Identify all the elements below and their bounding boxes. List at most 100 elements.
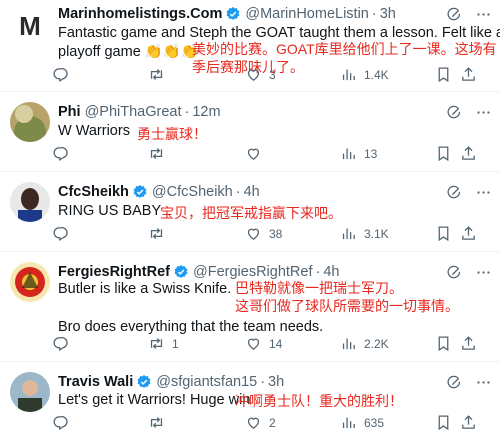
author-handle[interactable]: @sfgiantsfan15 [156,374,257,390]
views-button[interactable]: 1.4K [340,66,389,83]
grok-icon[interactable] [446,374,463,391]
tweet[interactable]: Travis Wali @sfgiantsfan15 · 3h Let's ge… [0,362,500,440]
timestamp[interactable]: 3h [268,374,284,390]
share-button[interactable] [460,414,477,431]
action-bar: 3 1.4K [50,66,470,86]
avatar-image [10,102,50,142]
heart-icon [245,225,262,242]
views-button[interactable]: 3.1K [340,225,389,242]
views-button[interactable]: 635 [340,414,384,431]
author-name[interactable]: Phi [58,104,81,120]
translation-line: 巴特勒就像一把瑞士军刀。 [235,280,403,296]
more-icon[interactable] [475,184,492,201]
avatar[interactable] [10,182,50,222]
tweet-text: RING US BABY [58,202,161,221]
verified-badge-icon [136,374,152,390]
like-button[interactable]: 2 [245,414,276,431]
retweet-button[interactable] [148,145,172,162]
author-name[interactable]: FergiesRightRef [58,264,170,280]
views-button[interactable]: 2.2K [340,335,389,352]
views-icon [340,225,357,242]
action-bar: 13 [50,145,470,165]
more-icon[interactable] [475,374,492,391]
avatar[interactable] [10,372,50,412]
author-handle[interactable]: @FergiesRightRef [193,264,312,280]
avatar[interactable] [10,102,50,142]
tweet[interactable]: CfcSheikh @CfcSheikh · 4h RING US BABY 宝… [0,172,500,252]
action-bar: 2 635 [50,414,470,434]
avatar-image [10,372,50,412]
timestamp[interactable]: 12m [192,104,220,120]
retweet-button[interactable] [148,66,172,83]
view-count: 3.1K [364,226,389,241]
share-icon [460,414,477,431]
verified-badge-icon [132,184,148,200]
author-name[interactable]: CfcSheikh [58,184,129,200]
timestamp[interactable]: 4h [244,184,260,200]
retweet-button[interactable] [148,414,172,431]
views-button[interactable]: 13 [340,145,377,162]
author-name[interactable]: Marinhomelistings.Com [58,6,222,22]
action-bar: 38 3.1K [50,225,470,245]
grok-icon[interactable] [446,264,463,281]
translation-line: 冲啊勇士队！重大的胜利！ [235,393,403,409]
action-bar: 1 14 2.2K [50,335,470,355]
tweet[interactable]: Phi @PhiThaGreat · 12m W Warriors 勇士赢球！ … [0,92,500,172]
translation-annotation: 冲啊勇士队！重大的胜利！ [235,392,403,410]
like-button[interactable] [245,145,269,162]
like-button[interactable]: 3 [245,66,276,83]
tweet-text: W Warriors [58,122,130,141]
share-button[interactable] [460,335,477,352]
reply-button[interactable] [52,225,76,242]
tweet-text-line: Let's get it Warriors! Huge win [58,392,251,408]
grok-icon[interactable] [446,6,463,23]
share-icon [460,335,477,352]
author-name[interactable]: Travis Wali [58,374,133,390]
timestamp[interactable]: 4h [323,264,339,280]
reply-button[interactable] [52,335,76,352]
bookmark-button[interactable] [435,414,452,431]
bookmark-icon [435,414,452,431]
more-icon[interactable] [475,104,492,121]
author-handle[interactable]: @MarinHomeListin [245,6,369,22]
bookmark-button[interactable] [435,335,452,352]
share-button[interactable] [460,225,477,242]
view-count: 635 [364,415,385,430]
share-icon [460,66,477,83]
like-button[interactable]: 38 [245,225,282,242]
retweet-button[interactable]: 1 [148,335,179,352]
bookmark-button[interactable] [435,145,452,162]
tweet[interactable]: M Marinhomelistings.Com @MarinHomeListin… [0,0,500,92]
share-button[interactable] [460,66,477,83]
avatar[interactable] [10,262,50,302]
author-handle[interactable]: @CfcSheikh [152,184,233,200]
reply-icon [52,335,69,352]
tweet[interactable]: FergiesRightRef @FergiesRightRef · 4h Bu… [0,252,500,362]
like-button[interactable]: 14 [245,335,282,352]
timestamp[interactable]: 3h [380,6,396,22]
reply-button[interactable] [52,66,76,83]
grok-icon[interactable] [446,104,463,121]
translation-line: 勇士赢球！ [137,126,207,142]
share-button[interactable] [460,145,477,162]
retweet-icon [148,414,165,431]
reply-button[interactable] [52,414,76,431]
views-icon [340,414,357,431]
retweet-icon [148,145,165,162]
reply-button[interactable] [52,145,76,162]
author-handle[interactable]: @PhiThaGreat [85,104,182,120]
avatar[interactable]: M [10,6,50,46]
more-icon[interactable] [475,264,492,281]
retweet-button[interactable] [148,225,172,242]
separator-dot: · [184,104,190,120]
avatar-logo: M [19,10,41,41]
bookmark-button[interactable] [435,225,452,242]
more-icon[interactable] [475,6,492,23]
reply-icon [52,225,69,242]
bookmark-button[interactable] [435,66,452,83]
grok-icon[interactable] [446,184,463,201]
heart-icon [245,145,262,162]
like-count: 14 [269,336,283,351]
bookmark-icon [435,225,452,242]
bookmark-icon [435,335,452,352]
